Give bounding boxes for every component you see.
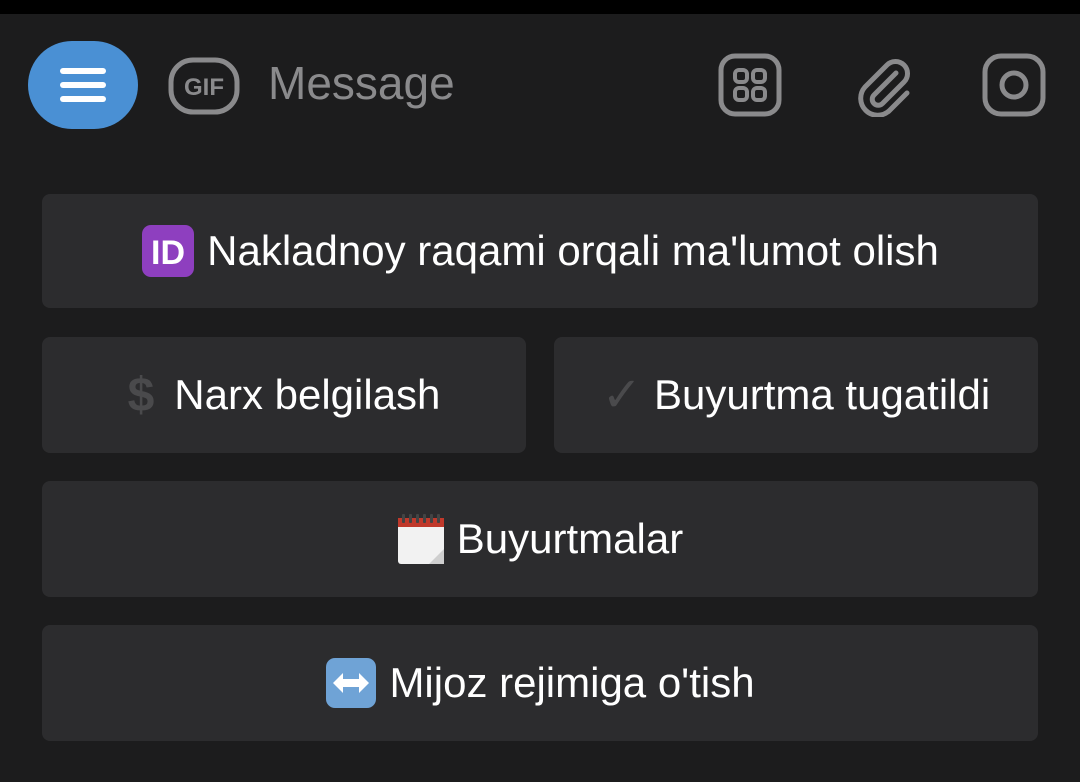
- bot-menu-button[interactable]: [28, 41, 138, 129]
- narx-belgilash-button[interactable]: $ Narx belgilash: [42, 337, 526, 453]
- id-icon: ID: [141, 224, 195, 278]
- dollar-icon: $: [127, 368, 155, 422]
- message-composer: GIF Message: [0, 14, 1080, 164]
- buyurtma-tugatildi-button[interactable]: ✓ Buyurtma tugatildi: [554, 337, 1038, 453]
- attach-button[interactable]: [852, 53, 916, 122]
- message-input[interactable]: Message: [268, 50, 668, 116]
- svg-text:ID: ID: [151, 234, 185, 272]
- keyboard-grid-icon: [718, 53, 782, 117]
- mijoz-rejimi-button[interactable]: Mijoz rejimiga o'tish: [42, 625, 1038, 741]
- buyurtmalar-label: Buyurtmalar: [456, 515, 684, 562]
- left-right-arrow-icon: [325, 657, 377, 709]
- gif-button[interactable]: GIF: [168, 57, 240, 120]
- bot-keyboard-toggle[interactable]: [718, 53, 782, 122]
- paperclip-icon: [858, 59, 910, 118]
- calendar-icon: [397, 513, 445, 565]
- bot-reply-keyboard: ID Nakladnoy raqami orqali ma'lumot olis…: [0, 164, 1080, 782]
- status-bar-strip: [0, 0, 1080, 14]
- nakladnoy-label: Nakladnoy raqami orqali ma'lumot olish: [207, 227, 939, 274]
- gif-label: GIF: [184, 74, 224, 101]
- buyurtmalar-button[interactable]: Buyurtmalar: [42, 481, 1038, 597]
- gif-icon: GIF: [168, 57, 240, 115]
- narx-belgilash-label: Narx belgilash: [174, 371, 441, 418]
- mijoz-rejimi-label: Mijoz rejimiga o'tish: [389, 659, 755, 706]
- camera-button[interactable]: [982, 53, 1046, 122]
- nakladnoy-button[interactable]: ID Nakladnoy raqami orqali ma'lumot olis…: [42, 194, 1038, 308]
- check-mark-icon: ✓: [601, 369, 643, 422]
- hamburger-icon: [60, 68, 106, 102]
- buyurtma-tugatildi-label: Buyurtma tugatildi: [654, 371, 991, 418]
- camera-icon: [982, 53, 1046, 117]
